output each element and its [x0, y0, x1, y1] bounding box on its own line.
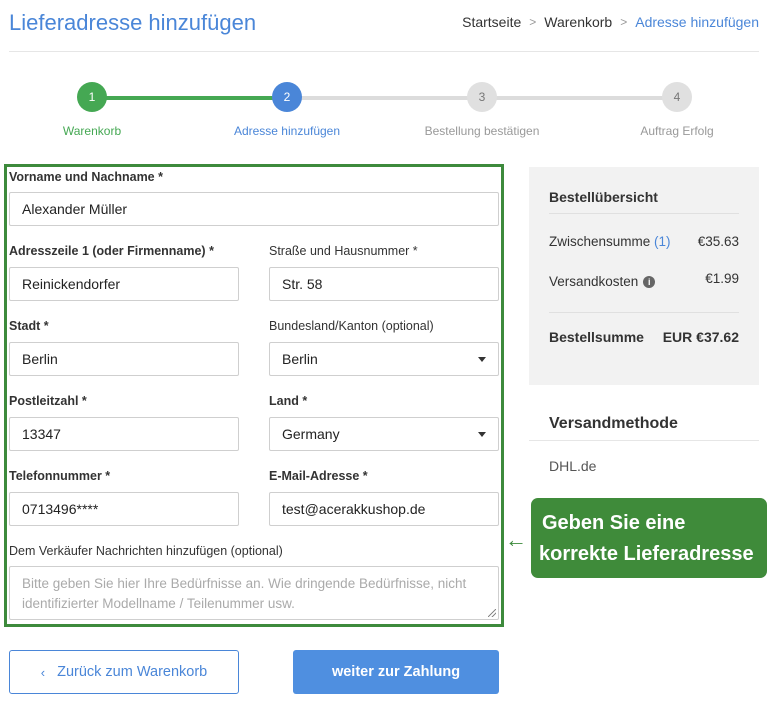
back-to-cart-button[interactable]: ‹ Zurück zum Warenkorb [9, 650, 239, 694]
shipping-label-group: Versandkosten i [549, 274, 656, 289]
step-4-label: Auftrag Erfolg [640, 124, 714, 138]
info-icon[interactable]: i [643, 276, 656, 288]
subtotal-label: Zwischensumme [549, 234, 651, 249]
summary-divider [549, 312, 739, 313]
resize-handle-icon[interactable] [488, 609, 496, 617]
zip-input[interactable]: 13347 [9, 417, 239, 451]
summary-divider [549, 213, 739, 214]
breadcrumb-current: Adresse hinzufügen [635, 14, 759, 30]
total-label: Bestellsumme [549, 329, 644, 345]
header-divider [9, 51, 759, 52]
name-label: Vorname und Nachname * [9, 170, 163, 184]
breadcrumb-home[interactable]: Startseite [462, 14, 521, 30]
message-placeholder: Bitte geben Sie hier Ihre Bedürfnisse an… [22, 576, 467, 611]
breadcrumb: Startseite > Warenkorb > Adresse hinzufü… [462, 14, 759, 30]
caret-down-icon [478, 357, 486, 362]
order-summary: Bestellübersicht Zwischensumme (1) €35.6… [529, 167, 759, 385]
zip-label: Postleitzahl * [9, 394, 87, 408]
state-label: Bundesland/Kanton (optional) [269, 319, 434, 333]
name-input[interactable]: Alexander Müller [9, 192, 499, 226]
breadcrumb-separator: > [529, 15, 537, 29]
email-input[interactable]: test@acerakkushop.de [269, 492, 499, 526]
step-progress-done [91, 96, 287, 100]
breadcrumb-cart[interactable]: Warenkorb [544, 14, 612, 30]
page-title: Lieferadresse hinzufügen [9, 10, 257, 35]
total-row: Bestellsumme EUR €37.62 [549, 329, 739, 345]
email-label: E-Mail-Adresse * [269, 469, 368, 483]
subtotal-value: €35.63 [697, 234, 739, 249]
callout-line-1: Geben Sie eine [542, 512, 686, 534]
address-hint-callout: Geben Sie eine korrekte Lieferadresse [531, 498, 767, 578]
city-input[interactable]: Berlin [9, 342, 239, 376]
subtotal-row: Zwischensumme (1) €35.63 [549, 234, 739, 249]
subtotal-count[interactable]: (1) [654, 234, 671, 249]
shipping-method-title: Versandmethode [549, 415, 678, 432]
country-select[interactable]: Germany [269, 417, 499, 451]
step-3-label: Bestellung bestätigen [424, 124, 540, 138]
total-value: EUR €37.62 [662, 329, 739, 345]
city-label: Stadt * [9, 319, 49, 333]
street-label: Straße und Hausnummer * [269, 244, 418, 258]
address1-label: Adresszeile 1 (oder Firmenname) * [9, 244, 214, 258]
shipping-method-value: DHL.de [549, 458, 597, 474]
phone-input[interactable]: 0713496**** [9, 492, 239, 526]
message-label: Dem Verkäufer Nachrichten hinzufügen (op… [9, 544, 283, 558]
step-2-label: Adresse hinzufügen [233, 124, 341, 138]
callout-line-2: korrekte Lieferadresse [539, 543, 754, 565]
back-to-cart-label: Zurück zum Warenkorb [57, 664, 208, 680]
shipping-divider [529, 440, 759, 441]
message-textarea[interactable]: Bitte geben Sie hier Ihre Bedürfnisse an… [9, 566, 499, 620]
street-input[interactable]: Str. 58 [269, 267, 499, 301]
step-3-circle: 3 [467, 82, 497, 112]
shipping-value: €1.99 [705, 271, 739, 286]
state-select[interactable]: Berlin [269, 342, 499, 376]
state-select-value: Berlin [282, 351, 318, 367]
step-1-circle: 1 [77, 82, 107, 112]
arrow-left-icon: ← [505, 527, 527, 552]
step-4-circle: 4 [662, 82, 692, 112]
shipping-row: Versandkosten i €1.99 [549, 271, 739, 289]
step-1-label: Warenkorb [62, 124, 122, 138]
summary-title: Bestellübersicht [549, 189, 658, 205]
shipping-label: Versandkosten [549, 274, 639, 289]
phone-label: Telefonnummer * [9, 469, 111, 483]
caret-down-icon [478, 432, 486, 437]
subtotal-label-group: Zwischensumme (1) [549, 234, 671, 249]
address1-input[interactable]: Reinickendorfer [9, 267, 239, 301]
continue-to-payment-button[interactable]: weiter zur Zahlung [293, 650, 499, 694]
country-label: Land * [269, 394, 308, 408]
country-select-value: Germany [282, 426, 340, 442]
chevron-left-icon: ‹ [40, 664, 46, 680]
step-2-circle: 2 [272, 82, 302, 112]
breadcrumb-separator: > [620, 15, 628, 29]
